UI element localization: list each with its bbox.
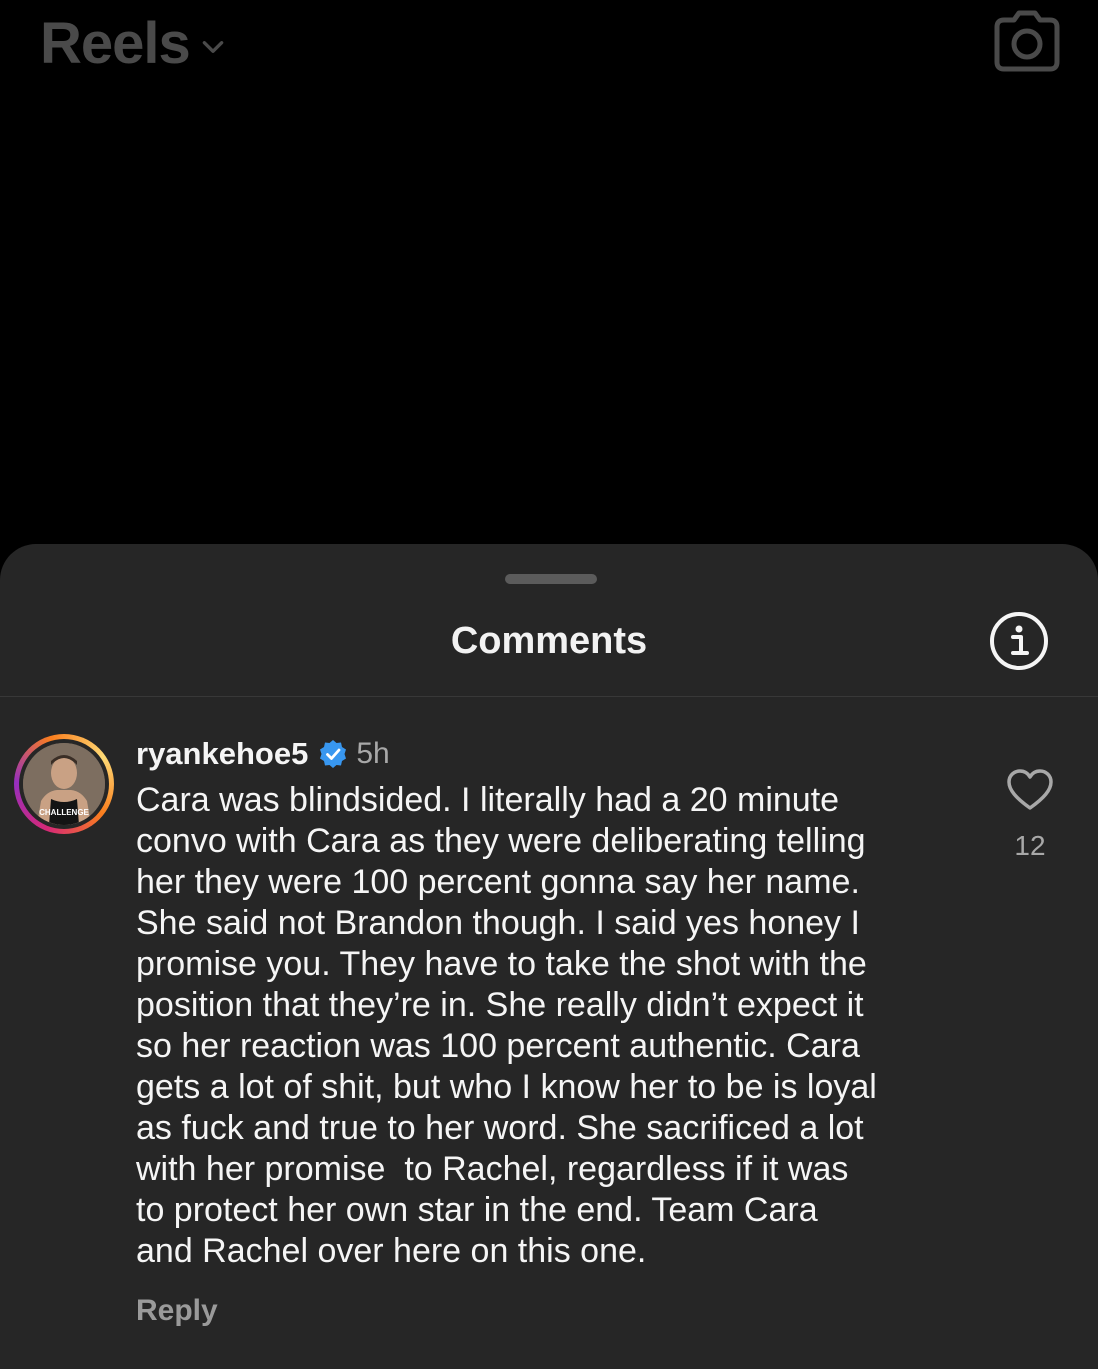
comment-timestamp: 5h <box>356 737 390 770</box>
comment-text: Cara was blindsided. I literally had a 2… <box>136 781 877 1270</box>
comment-username[interactable]: ryankehoe5 <box>136 736 308 772</box>
verified-badge-icon <box>320 740 347 768</box>
reply-button[interactable]: Reply <box>136 1294 218 1328</box>
reels-title[interactable]: Reels <box>40 10 191 78</box>
avatar-illustration: CHALLENGE <box>23 743 105 825</box>
comment-meta: ryankehoe5 5h <box>136 732 390 776</box>
sheet-title: Comments <box>450 620 648 662</box>
camera-icon[interactable] <box>994 10 1060 72</box>
header-divider <box>0 696 1098 697</box>
chevron-down-icon[interactable] <box>200 34 226 60</box>
reels-screen: Reels Comments CHALLENGE ryankehoe5 5h C… <box>0 0 1098 1369</box>
avatar-ring-gap: CHALLENGE <box>19 739 109 829</box>
comments-sheet: Comments CHALLENGE ryankehoe5 5h Cara wa… <box>0 544 1098 1369</box>
info-icon[interactable] <box>988 610 1050 672</box>
reels-header[interactable]: Reels <box>40 10 226 78</box>
avatar[interactable]: CHALLENGE <box>14 734 114 834</box>
avatar-photo: CHALLENGE <box>23 743 105 825</box>
like-count: 12 <box>1014 830 1046 861</box>
sheet-grabber-handle[interactable] <box>505 574 597 584</box>
heart-icon[interactable] <box>1006 768 1054 812</box>
avatar-shirt-text: CHALLENGE <box>39 808 89 817</box>
